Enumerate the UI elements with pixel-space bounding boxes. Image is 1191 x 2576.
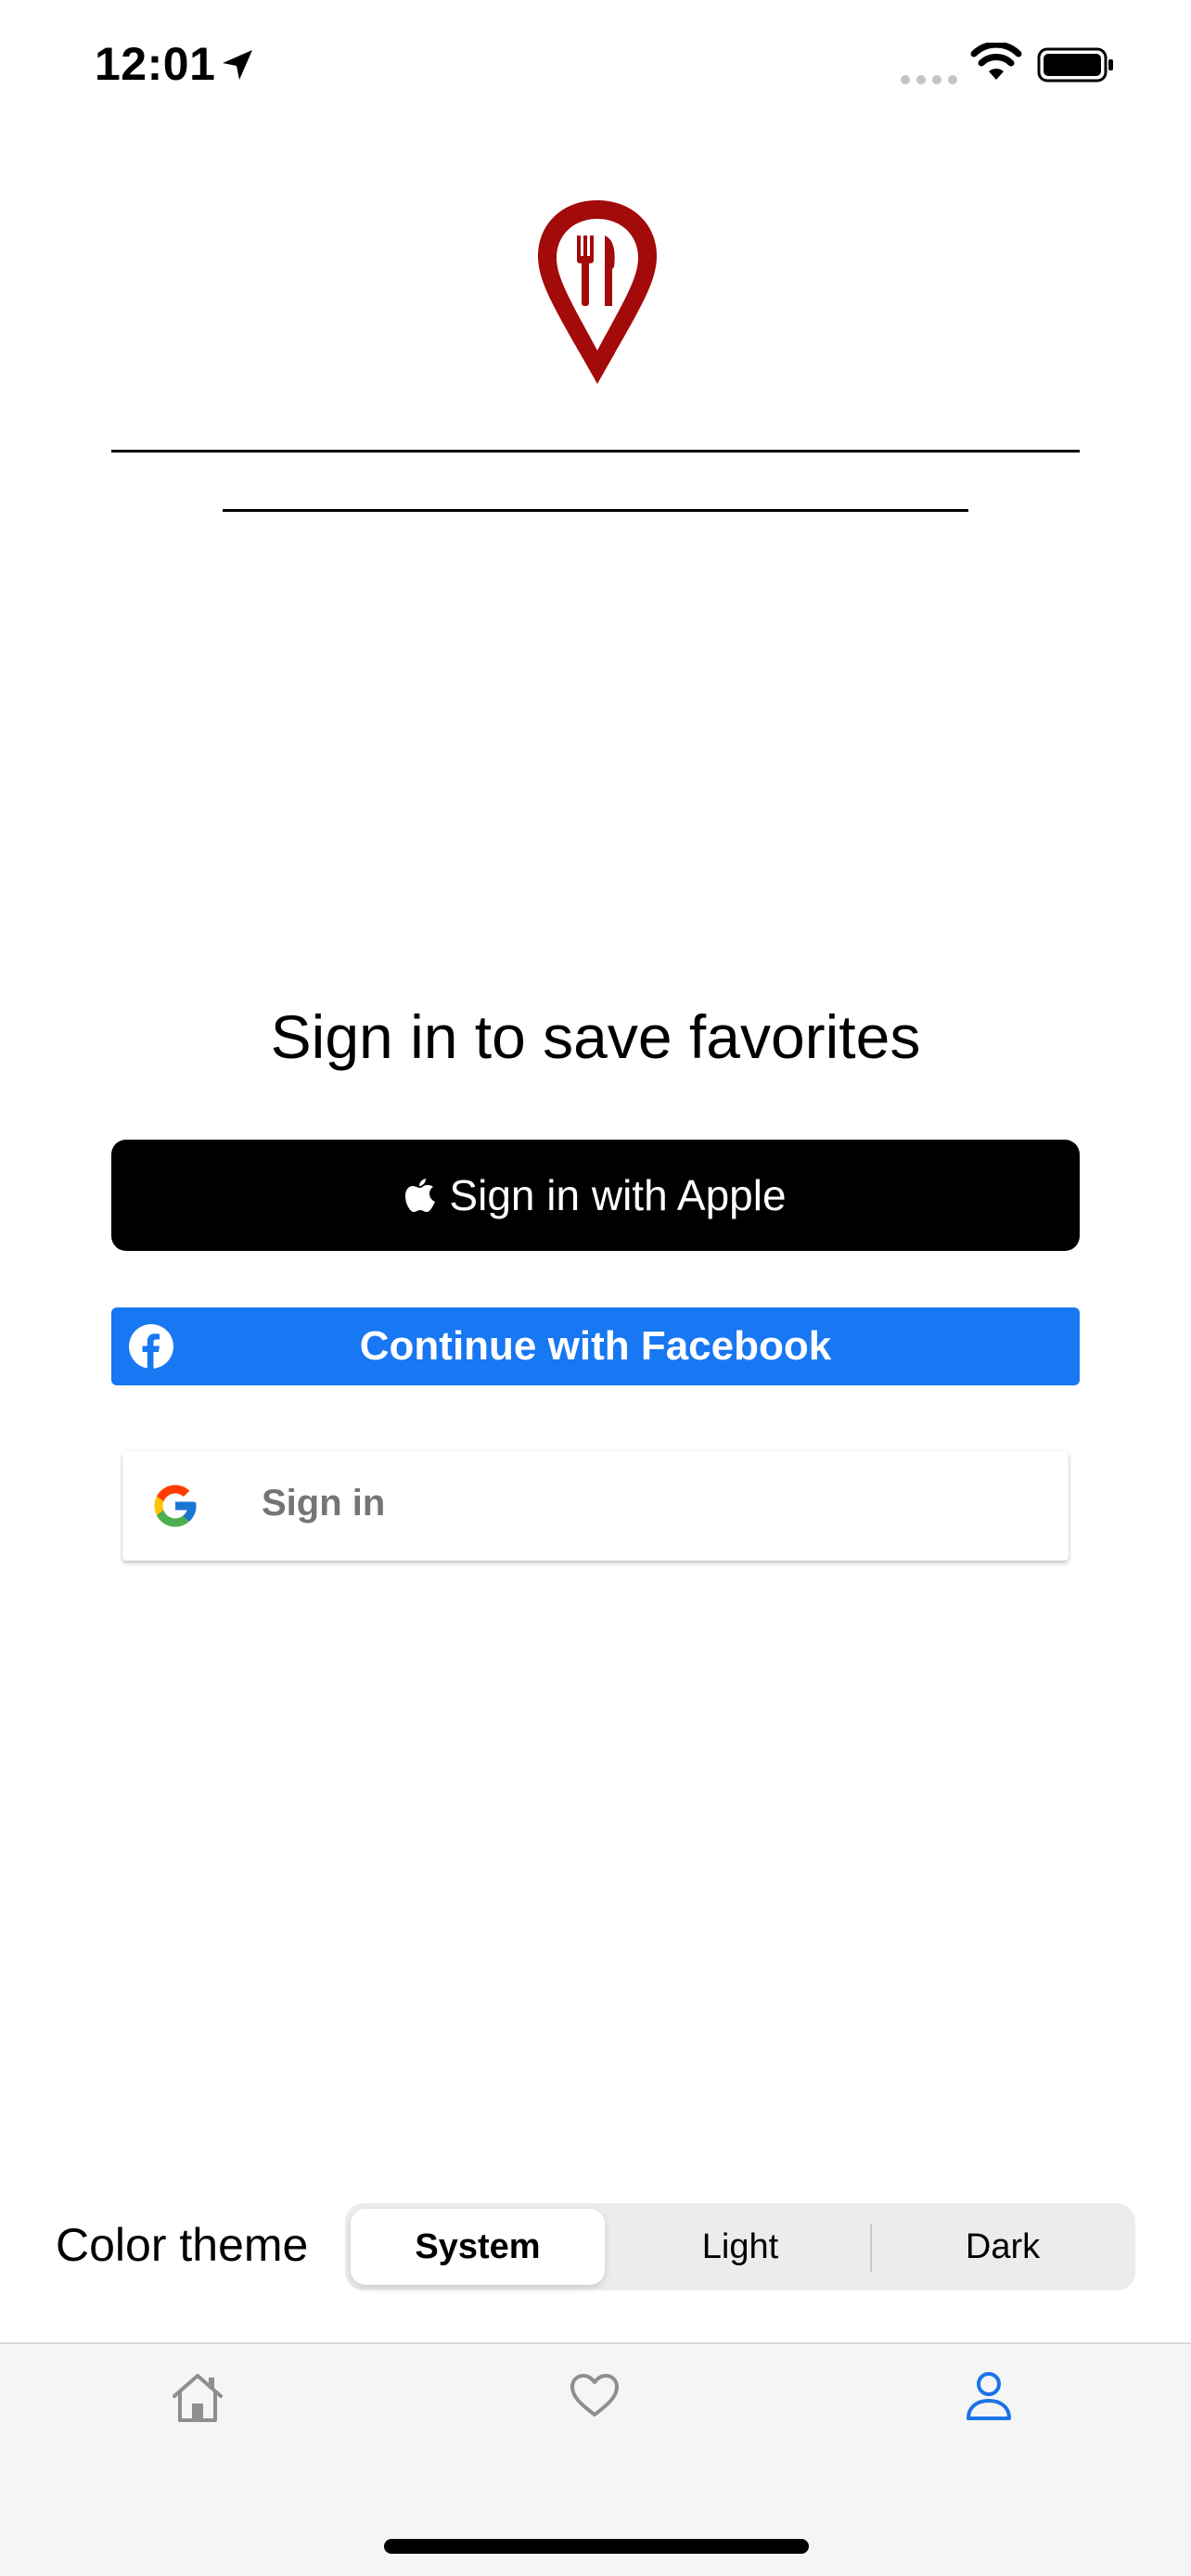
cellular-signal-icon [901, 75, 957, 84]
person-icon[interactable] [965, 2370, 1013, 2422]
google-sign-in-button[interactable]: Sign in [122, 1451, 1069, 1561]
sign-in-with-apple-button[interactable]: Sign in with Apple [111, 1140, 1080, 1251]
wifi-icon [970, 43, 1022, 80]
divider-line [223, 509, 968, 512]
google-g-icon [154, 1485, 197, 1527]
battery-icon [1037, 47, 1113, 83]
google-button-label: Sign in [262, 1483, 386, 1524]
color-theme-segmented-control[interactable]: System Light Dark [345, 2203, 1135, 2290]
apple-icon [405, 1179, 436, 1212]
theme-option-light[interactable]: Light [614, 2209, 866, 2285]
apple-button-label: Sign in with Apple [449, 1171, 787, 1219]
facebook-button-label: Continue with Facebook [359, 1323, 832, 1369]
status-time: 12:01 [95, 38, 216, 90]
home-icon[interactable] [169, 2370, 226, 2424]
theme-option-system[interactable]: System [351, 2209, 605, 2285]
divider-line [111, 450, 1080, 453]
home-indicator [384, 2539, 809, 2554]
location-arrow-icon [223, 50, 252, 80]
color-theme-label: Color theme [56, 2219, 309, 2271]
sign-in-heading: Sign in to save favorites [270, 1002, 921, 1071]
continue-with-facebook-button[interactable]: Continue with Facebook [111, 1307, 1080, 1385]
facebook-icon [129, 1324, 173, 1369]
heart-icon[interactable] [569, 2372, 621, 2418]
segment-divider [870, 2224, 872, 2272]
restaurant-pin-logo [538, 200, 657, 384]
theme-option-dark[interactable]: Dark [876, 2209, 1130, 2285]
